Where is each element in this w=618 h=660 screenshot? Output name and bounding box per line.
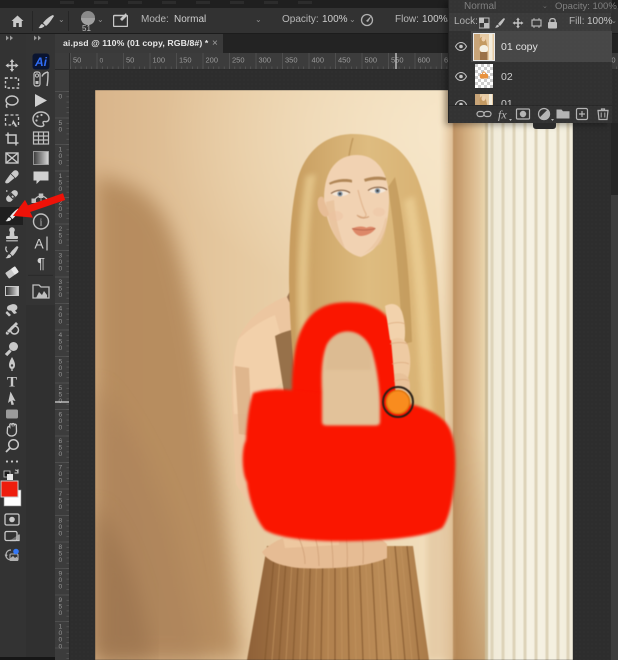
svg-text:150: 150: [179, 56, 192, 65]
svg-text:50: 50: [73, 56, 81, 65]
svg-text:0: 0: [59, 610, 63, 617]
svg-text:0: 0: [59, 345, 63, 352]
svg-text:0: 0: [100, 58, 104, 65]
svg-text:0: 0: [59, 504, 63, 511]
svg-text:0: 0: [59, 478, 63, 485]
svg-text:200: 200: [206, 56, 219, 65]
svg-text:Ai: Ai: [34, 55, 48, 69]
svg-text:0: 0: [59, 94, 63, 101]
svg-text:50: 50: [126, 56, 134, 65]
svg-text:0: 0: [59, 372, 63, 379]
svg-text:¶: ¶: [37, 255, 45, 272]
svg-text:300: 300: [259, 56, 272, 65]
svg-text:T: T: [7, 375, 17, 391]
svg-text:fx: fx: [498, 108, 507, 122]
svg-text:100: 100: [153, 56, 166, 65]
svg-text:A: A: [34, 236, 44, 252]
svg-text:0: 0: [59, 160, 63, 167]
svg-text:450: 450: [338, 56, 351, 65]
svg-text:0: 0: [59, 425, 63, 432]
svg-text:0: 0: [59, 451, 63, 458]
svg-text:600: 600: [418, 56, 431, 65]
svg-text:350: 350: [285, 56, 298, 65]
svg-text:250: 250: [232, 56, 245, 65]
svg-text:0: 0: [59, 292, 63, 299]
svg-text:0: 0: [59, 557, 63, 564]
svg-text:0: 0: [59, 643, 63, 650]
svg-text:500: 500: [365, 56, 378, 65]
svg-text:0: 0: [59, 266, 63, 273]
svg-text:0: 0: [59, 584, 63, 591]
svg-text:0: 0: [59, 239, 63, 246]
svg-text:550: 550: [391, 56, 404, 65]
svg-text:400: 400: [312, 56, 325, 65]
svg-text:0: 0: [59, 319, 63, 326]
svg-text:0: 0: [59, 531, 63, 538]
svg-text:0: 0: [59, 127, 63, 134]
